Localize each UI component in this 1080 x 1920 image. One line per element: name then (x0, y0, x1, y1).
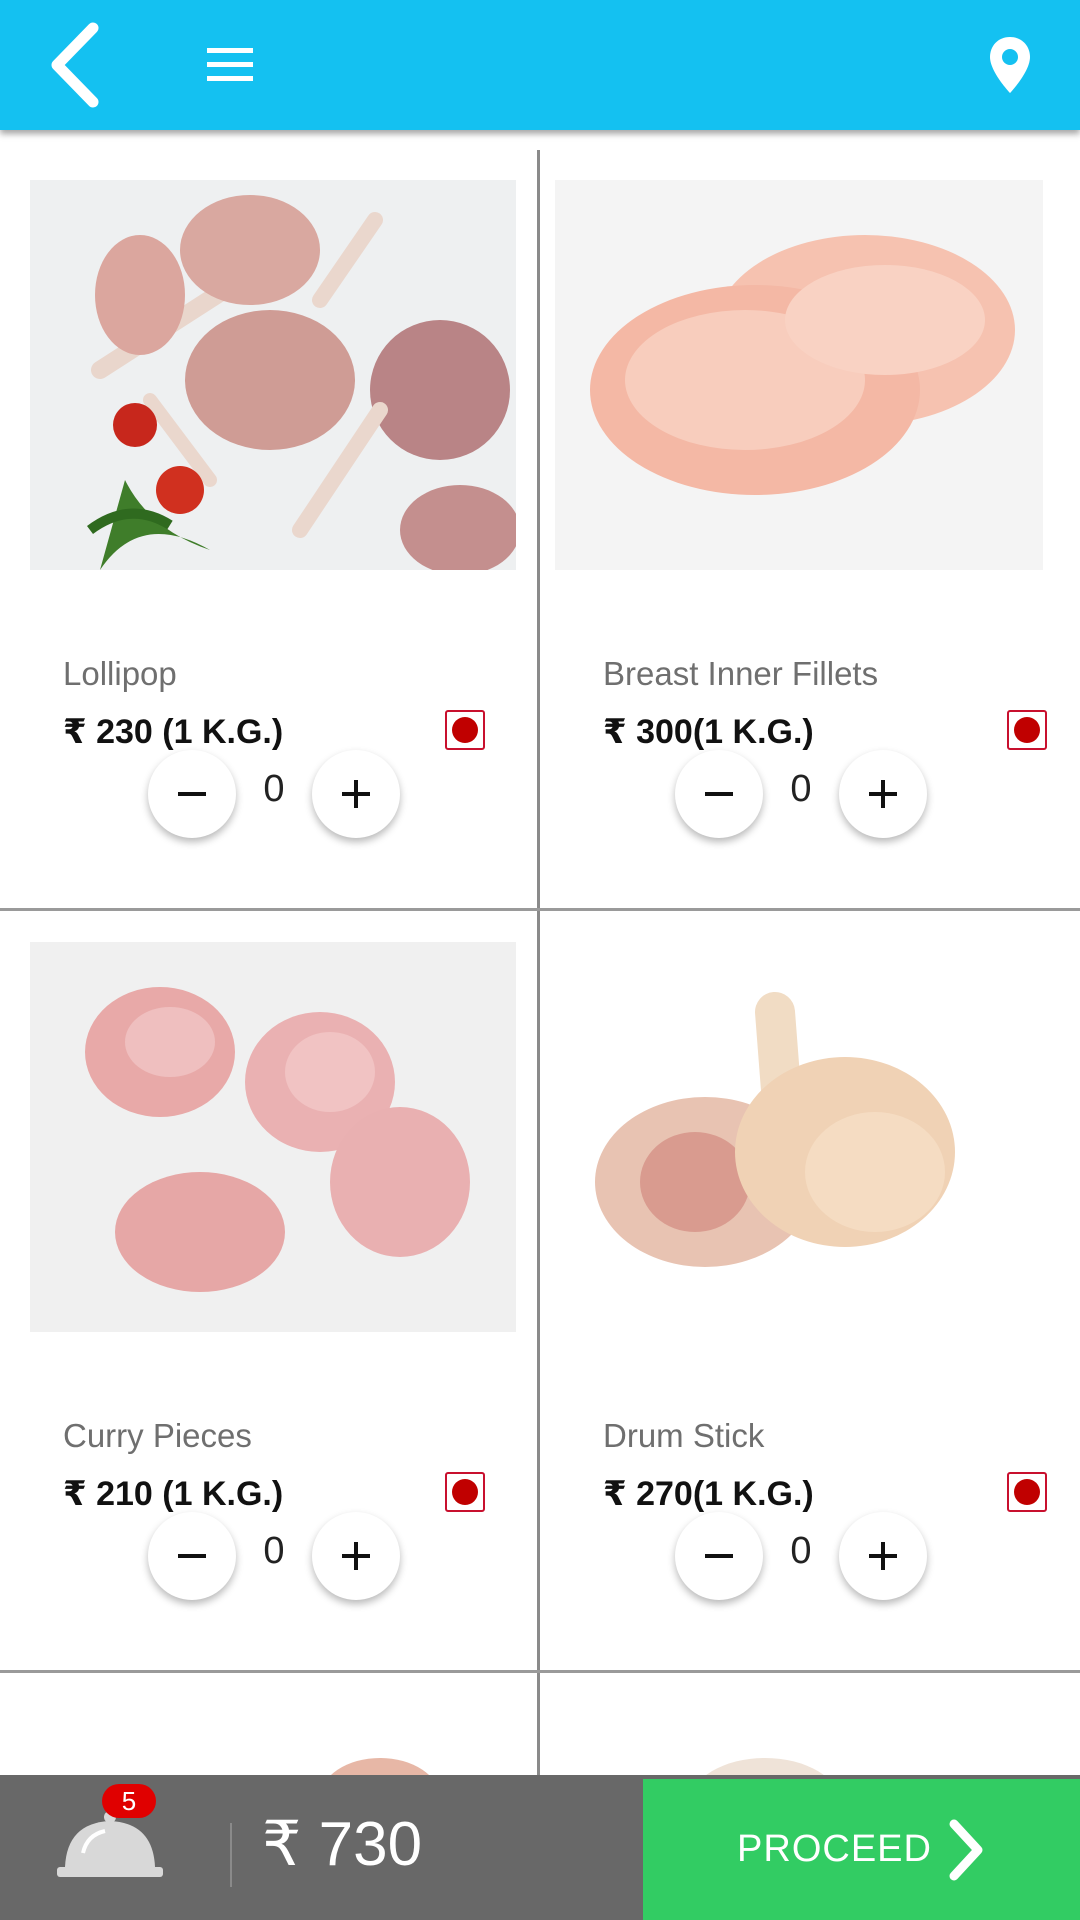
product-price: ₹ 300(1 K.G.) (603, 713, 814, 751)
quantity-stepper: 0 (0, 1512, 537, 1602)
quantity-stepper: 0 (540, 1512, 1077, 1602)
decrease-quantity-button[interactable] (148, 750, 236, 838)
cart-count-badge: 5 (102, 1784, 156, 1818)
cart-total: ₹ 730 (262, 1810, 423, 1879)
product-image-partial (693, 1758, 837, 1790)
product-name: Lollipop (63, 655, 177, 692)
plus-icon (869, 1542, 897, 1570)
non-veg-dot-icon (452, 1479, 478, 1505)
plus-icon (342, 1542, 370, 1570)
food-type-badge (1007, 710, 1047, 750)
product-image-curry-pieces (30, 942, 516, 1332)
map-pin-icon (990, 37, 1030, 93)
product-image-lollipop (30, 180, 516, 570)
menu-button[interactable] (190, 0, 270, 130)
quantity-value: 0 (790, 768, 812, 810)
decrease-quantity-button[interactable] (675, 1512, 763, 1600)
back-button[interactable] (30, 0, 120, 130)
decrease-quantity-button[interactable] (148, 1512, 236, 1600)
product-card[interactable]: Breast Inner Fillets ₹ 300(1 K.G.) 0 (540, 130, 1077, 890)
quantity-value: 0 (790, 1530, 812, 1572)
food-type-badge (1007, 1472, 1047, 1512)
minus-icon (178, 1554, 206, 1558)
decrease-quantity-button[interactable] (675, 750, 763, 838)
increase-quantity-button[interactable] (312, 1512, 400, 1600)
increase-quantity-button[interactable] (312, 750, 400, 838)
proceed-button[interactable]: PROCEED (643, 1779, 1080, 1920)
increase-quantity-button[interactable] (839, 1512, 927, 1600)
minus-icon (705, 792, 733, 796)
food-type-badge (445, 1472, 485, 1512)
product-price: ₹ 210 (1 K.G.) (63, 1475, 284, 1513)
chevron-right-icon (949, 1819, 983, 1880)
product-card-partial[interactable] (540, 1673, 1077, 1790)
plus-icon (869, 780, 897, 808)
serving-bell-icon (57, 1811, 163, 1877)
minus-icon (705, 1554, 733, 1558)
product-name: Breast Inner Fillets (603, 655, 879, 692)
product-image-breast-inner-fillets (555, 180, 1043, 570)
chevron-left-icon (51, 22, 99, 108)
divider (230, 1823, 232, 1887)
product-price: ₹ 270(1 K.G.) (603, 1475, 814, 1513)
location-button[interactable] (970, 0, 1050, 130)
product-price: ₹ 230 (1 K.G.) (63, 713, 284, 751)
product-card[interactable]: Curry Pieces ₹ 210 (1 K.G.) 0 (0, 892, 537, 1652)
top-app-bar (0, 0, 1080, 130)
product-card-partial[interactable] (0, 1673, 537, 1790)
cart-button[interactable] (55, 1805, 165, 1885)
product-image-partial (132, 1758, 439, 1790)
non-veg-dot-icon (1014, 717, 1040, 743)
product-grid: Lollipop ₹ 230 (1 K.G.) 0 Breast Inner F… (0, 130, 1080, 1790)
non-veg-dot-icon (452, 717, 478, 743)
proceed-label: PROCEED (737, 1828, 932, 1870)
product-image-drum-stick (555, 942, 1043, 1332)
product-card[interactable]: Drum Stick ₹ 270(1 K.G.) 0 (540, 892, 1077, 1652)
increase-quantity-button[interactable] (839, 750, 927, 838)
food-type-badge (445, 710, 485, 750)
product-name: Drum Stick (603, 1417, 765, 1454)
cart-summary-bar: ₹ 730 PROCEED (0, 1775, 1080, 1920)
non-veg-dot-icon (1014, 1479, 1040, 1505)
plus-icon (342, 780, 370, 808)
product-card[interactable]: Lollipop ₹ 230 (1 K.G.) 0 (0, 130, 537, 890)
quantity-value: 0 (263, 1530, 285, 1572)
minus-icon (178, 792, 206, 796)
quantity-value: 0 (263, 768, 285, 810)
quantity-stepper: 0 (0, 750, 537, 840)
quantity-stepper: 0 (540, 750, 1077, 840)
hamburger-menu-icon (207, 48, 253, 81)
product-name: Curry Pieces (63, 1417, 252, 1454)
